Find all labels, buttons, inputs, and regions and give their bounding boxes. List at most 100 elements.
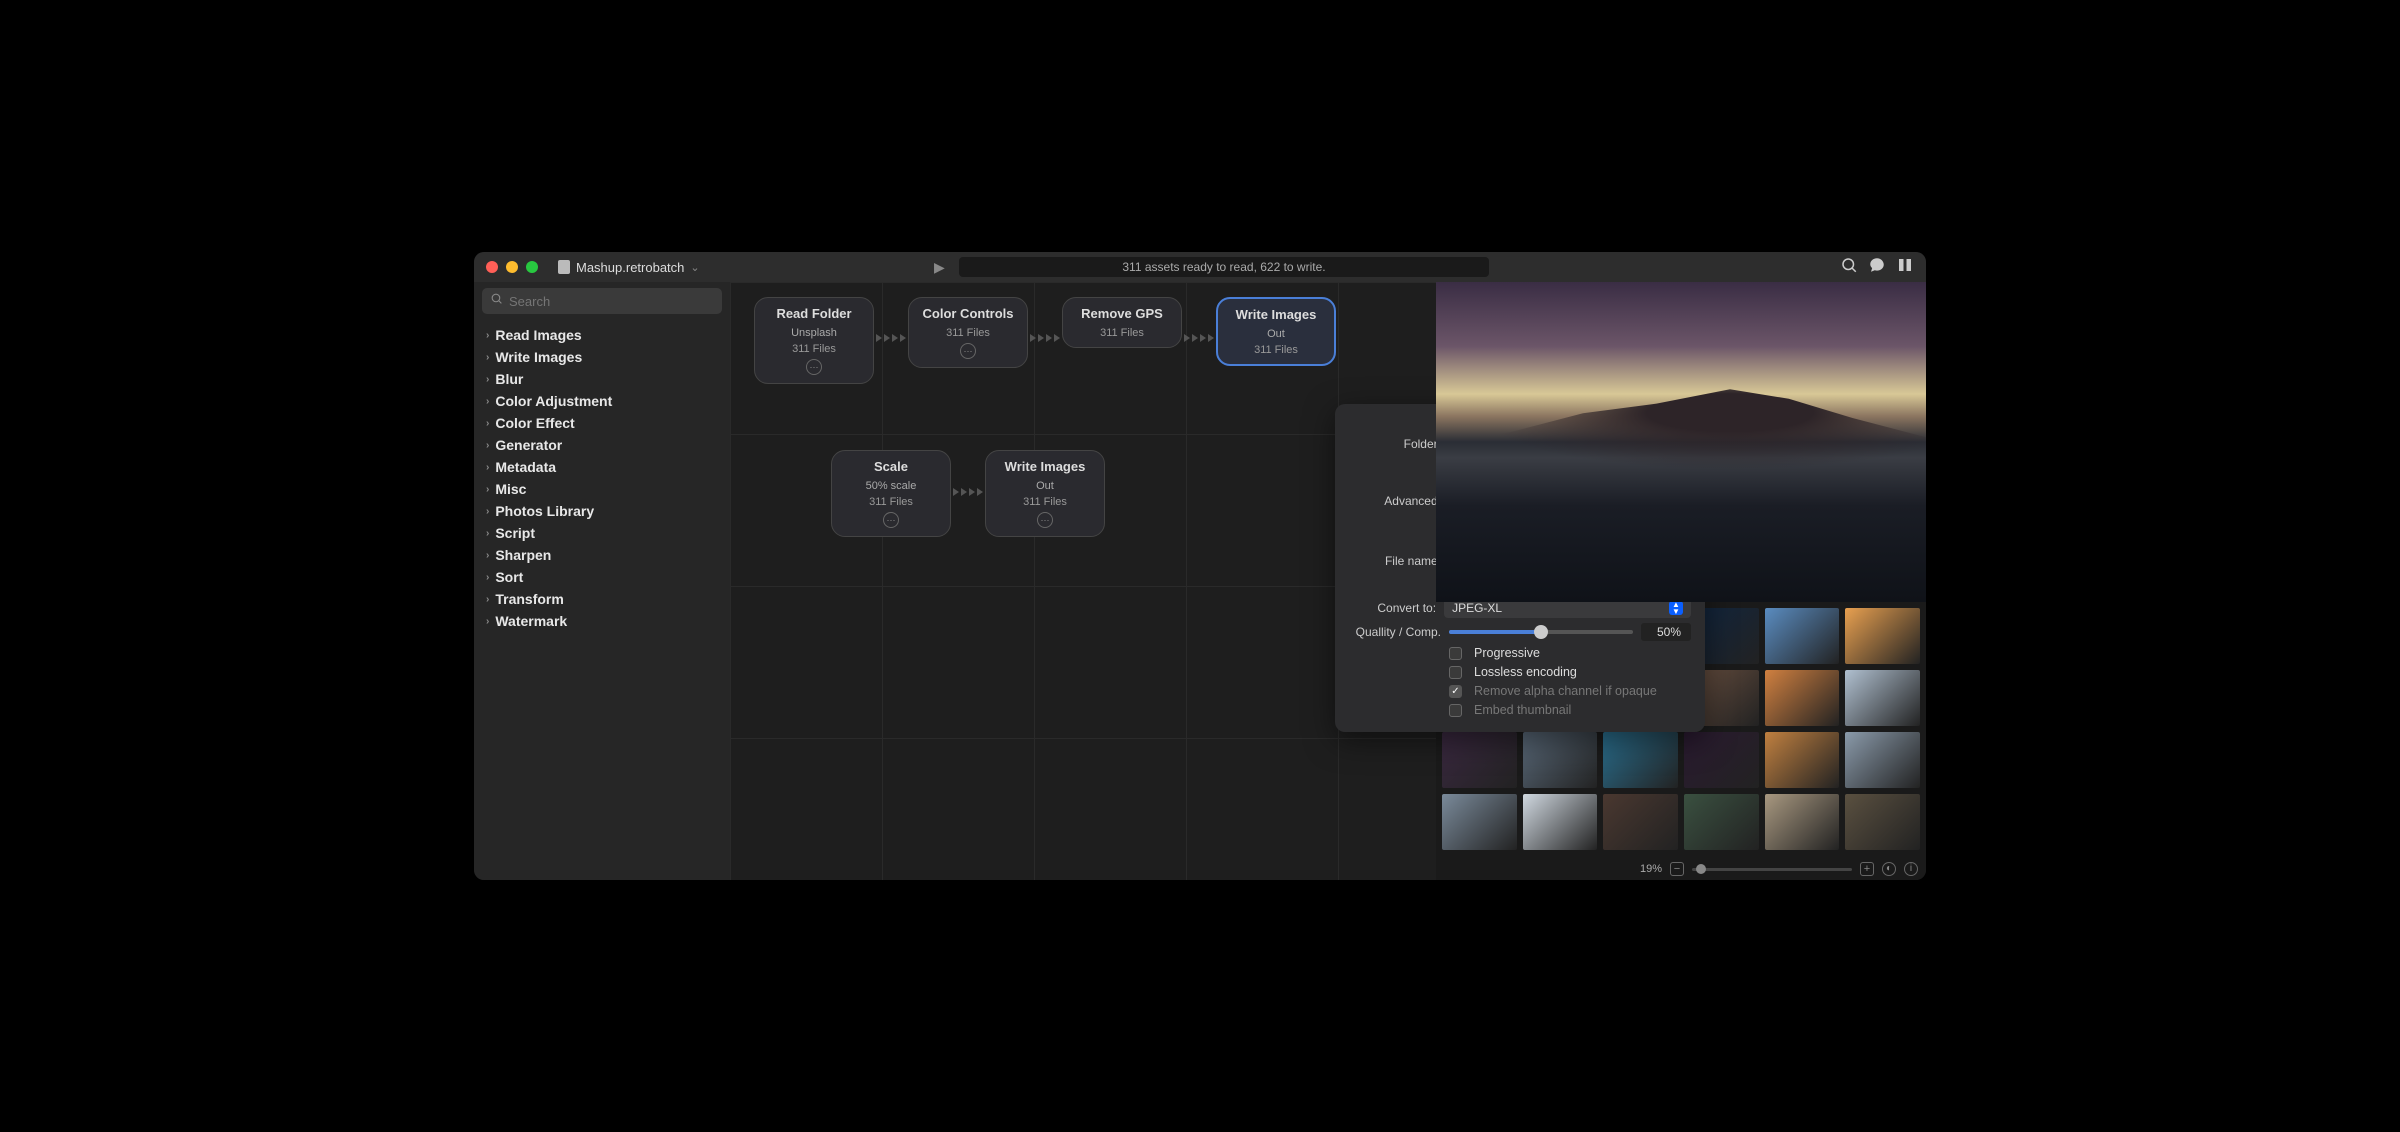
node-subtitle: Unsplash: [761, 327, 867, 339]
connector: [953, 488, 983, 496]
sidebar-category[interactable]: ›Metadata: [482, 456, 722, 478]
titlebar: Mashup.retrobatch ⌄ ▶ 311 assets ready t…: [474, 252, 1926, 282]
thumbnail[interactable]: [1845, 608, 1920, 664]
node-filecount: 311 Files: [1224, 344, 1328, 356]
sidebar-category[interactable]: ›Write Images: [482, 346, 722, 368]
node-title: Scale: [838, 459, 944, 474]
embed-thumb-checkbox[interactable]: [1449, 704, 1462, 717]
node-menu-button[interactable]: ⋯: [883, 512, 899, 528]
thumbnail[interactable]: [1442, 732, 1517, 788]
remove-alpha-checkbox[interactable]: ✓: [1449, 685, 1462, 698]
search-field[interactable]: [509, 294, 714, 309]
lossless-checkbox[interactable]: [1449, 666, 1462, 679]
thumbnail[interactable]: [1684, 794, 1759, 850]
embed-thumb-label: Embed thumbnail: [1474, 703, 1571, 717]
filename-label: Mashup.retrobatch: [576, 260, 684, 275]
thumbnail[interactable]: [1765, 670, 1840, 726]
node-read-folder[interactable]: Read Folder Unsplash 311 Files ⋯: [754, 297, 874, 384]
zoom-out-button[interactable]: −: [1670, 862, 1684, 876]
preview-image[interactable]: [1436, 282, 1926, 602]
zoom-in-button[interactable]: +: [1860, 862, 1874, 876]
node-menu-button[interactable]: ⋯: [960, 343, 976, 359]
category-label: Color Adjustment: [495, 393, 612, 409]
zoom-slider[interactable]: [1692, 868, 1852, 871]
chat-icon[interactable]: [1868, 256, 1886, 279]
zoom-level: 19%: [1640, 863, 1662, 875]
toolbar-right: [1840, 256, 1914, 279]
close-button[interactable]: [486, 261, 498, 273]
sidebar-category[interactable]: › Blur: [482, 368, 722, 390]
sidebar-category[interactable]: ›Photos Library: [482, 500, 722, 522]
node-remove-gps[interactable]: Remove GPS 311 Files: [1062, 297, 1182, 348]
thumbnail[interactable]: [1684, 732, 1759, 788]
progressive-checkbox[interactable]: [1449, 647, 1462, 660]
sidebar-category[interactable]: ›Script: [482, 522, 722, 544]
chevron-right-icon: ›: [486, 594, 489, 605]
sidebar-category[interactable]: ›Misc: [482, 478, 722, 500]
sidebar-category[interactable]: › Color Adjustment: [482, 390, 722, 412]
category-label: Blur: [495, 371, 523, 387]
connector: [876, 334, 906, 342]
contrast-icon[interactable]: ◐: [1882, 862, 1896, 876]
preview-footer: 19% − + ◐ i: [1436, 858, 1926, 880]
node-write-images-2[interactable]: Write Images Out 311 Files ⋯: [985, 450, 1105, 537]
thumbnail[interactable]: [1523, 732, 1598, 788]
thumbnail[interactable]: [1765, 732, 1840, 788]
thumbnail[interactable]: [1765, 794, 1840, 850]
chevron-right-icon: ›: [486, 396, 489, 407]
thumbnail[interactable]: [1603, 794, 1678, 850]
node-menu-button[interactable]: ⋯: [1037, 512, 1053, 528]
node-filecount: 311 Files: [992, 496, 1098, 508]
quality-value[interactable]: 50%: [1641, 623, 1691, 641]
category-label: Watermark: [495, 613, 567, 629]
search-icon[interactable]: [1840, 256, 1858, 279]
convert-value: JPEG-XL: [1452, 601, 1502, 615]
sidebar-category[interactable]: ›Sort: [482, 566, 722, 588]
sidebar-category[interactable]: ›Transform: [482, 588, 722, 610]
chevron-right-icon: ›: [486, 462, 489, 473]
zoom-thumb[interactable]: [1696, 864, 1706, 874]
node-scale[interactable]: Scale 50% scale 311 Files ⋯: [831, 450, 951, 537]
app-window: Mashup.retrobatch ⌄ ▶ 311 assets ready t…: [474, 252, 1926, 880]
remove-alpha-label: Remove alpha channel if opaque: [1474, 684, 1657, 698]
info-icon[interactable]: i: [1904, 862, 1918, 876]
node-title: Write Images: [1224, 307, 1328, 322]
sidebar-category[interactable]: ›Generator: [482, 434, 722, 456]
advanced-label: Advanced:: [1349, 494, 1441, 508]
node-filecount: 311 Files: [838, 496, 944, 508]
thumbnail[interactable]: [1845, 794, 1920, 850]
document-icon: [558, 260, 570, 274]
thumbnail[interactable]: [1765, 608, 1840, 664]
document-title[interactable]: Mashup.retrobatch ⌄: [558, 260, 700, 275]
folder-label: Folder:: [1349, 437, 1441, 451]
library-icon[interactable]: [1896, 256, 1914, 279]
minimize-button[interactable]: [506, 261, 518, 273]
node-write-images-selected[interactable]: Write Images Out 311 Files: [1216, 297, 1336, 366]
node-subtitle: Out: [992, 480, 1098, 492]
sidebar-category[interactable]: › Watermark: [482, 610, 722, 632]
thumbnail[interactable]: [1845, 670, 1920, 726]
sidebar-category[interactable]: ›Sharpen: [482, 544, 722, 566]
category-label: Generator: [495, 437, 562, 453]
sidebar-category[interactable]: ›Read Images: [482, 324, 722, 346]
maximize-button[interactable]: [526, 261, 538, 273]
thumbnail[interactable]: [1603, 732, 1678, 788]
slider-thumb[interactable]: [1534, 625, 1548, 639]
chevron-right-icon: ›: [486, 374, 489, 385]
node-color-controls[interactable]: Color Controls 311 Files ⋯: [908, 297, 1028, 368]
sidebar-category[interactable]: ›Color Effect: [482, 412, 722, 434]
workflow-canvas[interactable]: Read Folder Unsplash 311 Files ⋯ Color C…: [730, 282, 1436, 880]
thumbnail[interactable]: [1845, 732, 1920, 788]
play-button[interactable]: ▶: [934, 259, 945, 276]
thumbnail[interactable]: [1523, 794, 1598, 850]
quality-slider[interactable]: [1449, 630, 1633, 634]
node-menu-button[interactable]: ⋯: [806, 359, 822, 375]
quality-label: Quallity / Comp.: [1349, 625, 1441, 639]
chevron-right-icon: ›: [486, 616, 489, 627]
search-input[interactable]: [482, 288, 722, 314]
chevron-right-icon: ›: [486, 418, 489, 429]
progressive-label: Progressive: [1474, 646, 1540, 660]
node-title: Write Images: [992, 459, 1098, 474]
chevron-right-icon: ›: [486, 484, 489, 495]
thumbnail[interactable]: [1442, 794, 1517, 850]
